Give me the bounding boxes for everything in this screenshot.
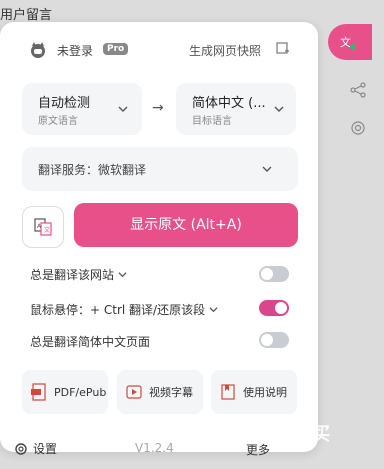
watermark: 值 得买 bbox=[270, 424, 331, 445]
translation-service-select[interactable]: 翻译服务：微软翻译 bbox=[22, 147, 298, 191]
option-hover-translate[interactable]: 鼠标悬停：+ Ctrl 翻译/还原该段 bbox=[30, 301, 218, 318]
arrow-icon: → bbox=[152, 100, 164, 116]
more-link[interactable]: 更多 bbox=[246, 441, 270, 458]
tool-label: PDF/ePub bbox=[54, 385, 107, 399]
svg-text:文: 文 bbox=[340, 35, 351, 49]
snapshot-link[interactable]: 生成网页快照 bbox=[189, 42, 261, 59]
gear-icon[interactable] bbox=[350, 120, 366, 136]
translate-mode-button[interactable]: A 文 bbox=[22, 206, 64, 248]
gear-icon bbox=[15, 442, 27, 455]
user-status[interactable]: 未登录 bbox=[57, 42, 93, 59]
translation-service-label: 翻译服务：微软翻译 bbox=[38, 163, 147, 177]
source-language-select[interactable]: 自动检测 原文语言 bbox=[22, 83, 142, 135]
toggle-hover-translate[interactable] bbox=[259, 300, 289, 316]
option-label: 总是翻译该网站 bbox=[30, 268, 115, 282]
snapshot-icon[interactable] bbox=[276, 42, 290, 56]
translate-toggle-button[interactable]: 文 bbox=[328, 24, 372, 60]
show-original-button[interactable]: 显示原文 (Alt+A) bbox=[74, 203, 298, 247]
share-icon[interactable] bbox=[350, 82, 366, 98]
chevron-down-icon bbox=[274, 106, 284, 112]
source-language-value: 自动检测 bbox=[38, 96, 91, 111]
option-translate-simplified-chinese[interactable]: 总是翻译简体中文页面 bbox=[30, 333, 150, 350]
pdf-icon bbox=[31, 383, 46, 401]
book-icon bbox=[221, 384, 235, 400]
toggle-translate-simplified-chinese[interactable] bbox=[259, 332, 289, 348]
source-language-label: 原文语言 bbox=[38, 116, 78, 127]
toggle-always-translate-site[interactable] bbox=[259, 266, 289, 282]
option-label: 总是翻译简体中文页面 bbox=[30, 335, 151, 349]
tool-label: 使用说明 bbox=[243, 386, 287, 399]
target-language-value: 简体中文 (... bbox=[192, 96, 266, 111]
tool-video-subtitles[interactable]: 视频字幕 bbox=[117, 370, 203, 414]
option-always-translate-site[interactable]: 总是翻译该网站 bbox=[30, 266, 127, 283]
settings-label: 设置 bbox=[33, 442, 58, 456]
tool-user-guide[interactable]: 使用说明 bbox=[211, 370, 297, 414]
svg-text:文: 文 bbox=[44, 226, 50, 234]
chevron-down-icon bbox=[118, 272, 127, 278]
chevron-down-icon bbox=[209, 307, 218, 313]
target-language-label: 目标语言 bbox=[192, 116, 232, 127]
pro-badge: Pro bbox=[103, 43, 129, 55]
chevron-down-icon bbox=[262, 166, 272, 172]
chevron-down-icon bbox=[118, 106, 128, 112]
translate-icon: A 文 bbox=[34, 218, 52, 236]
tool-label: 视频字幕 bbox=[149, 386, 193, 399]
translate-icon: 文 bbox=[340, 35, 356, 50]
video-icon bbox=[126, 385, 142, 399]
avatar bbox=[31, 42, 45, 58]
version-label: V1.2.4 bbox=[135, 441, 174, 455]
settings-link[interactable]: 设置 bbox=[14, 440, 57, 457]
tool-pdf-epub[interactable]: PDF/ePub bbox=[22, 370, 108, 414]
option-label: 鼠标悬停：+ Ctrl 翻译/还原该段 bbox=[30, 303, 206, 317]
target-language-select[interactable]: 简体中文 (... 目标语言 bbox=[176, 83, 296, 135]
background-label: 用户留言 bbox=[0, 8, 53, 23]
